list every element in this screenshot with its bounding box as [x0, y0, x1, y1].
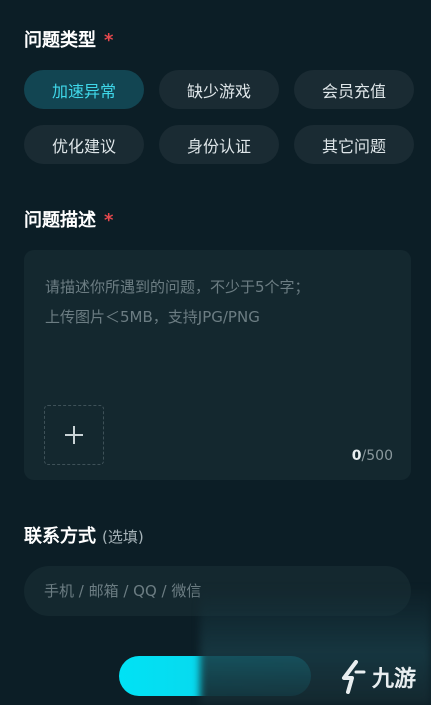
- issue-option-acceleration[interactable]: 加速异常: [24, 70, 144, 109]
- char-counter: 0/500: [352, 448, 393, 464]
- optional-hint: (选填): [102, 528, 144, 546]
- description-heading: 问题描述 *: [24, 206, 113, 232]
- plus-icon: [65, 426, 83, 444]
- placeholder-line-1: 请描述你所遇到的问题，不少于5个字；: [45, 278, 310, 296]
- issue-type-title: 问题类型: [24, 30, 96, 51]
- issue-option-membership[interactable]: 会员充值: [294, 70, 414, 109]
- contact-heading: 联系方式 (选填): [24, 522, 144, 548]
- issue-type-heading: 问题类型 *: [24, 26, 113, 52]
- issue-type-options: 加速异常 缺少游戏 会员充值 优化建议 身份认证 其它问题: [24, 70, 414, 164]
- logo-icon: [342, 660, 366, 694]
- issue-option-identity[interactable]: 身份认证: [159, 125, 279, 164]
- char-count-max: /500: [361, 448, 393, 464]
- issue-option-suggestion[interactable]: 优化建议: [24, 125, 144, 164]
- required-mark: *: [104, 210, 114, 231]
- issue-option-missing-game[interactable]: 缺少游戏: [159, 70, 279, 109]
- watermark-text: 九游: [372, 667, 417, 692]
- image-upload-button[interactable]: [44, 405, 104, 465]
- contact-title: 联系方式: [24, 526, 96, 547]
- required-mark: *: [104, 30, 114, 51]
- placeholder-line-2: 上传图片＜5MB，支持JPG/PNG: [45, 308, 260, 326]
- description-placeholder: 请描述你所遇到的问题，不少于5个字； 上传图片＜5MB，支持JPG/PNG: [45, 272, 310, 332]
- site-watermark: 九游: [338, 660, 416, 694]
- description-textarea[interactable]: 请描述你所遇到的问题，不少于5个字； 上传图片＜5MB，支持JPG/PNG 0/…: [24, 250, 411, 480]
- description-title: 问题描述: [24, 210, 96, 231]
- feedback-page: 问题类型 * 加速异常 缺少游戏 会员充值 优化建议 身份认证 其它问题 问题描…: [0, 0, 431, 705]
- issue-option-other[interactable]: 其它问题: [294, 125, 414, 164]
- char-count-current: 0: [351, 448, 362, 464]
